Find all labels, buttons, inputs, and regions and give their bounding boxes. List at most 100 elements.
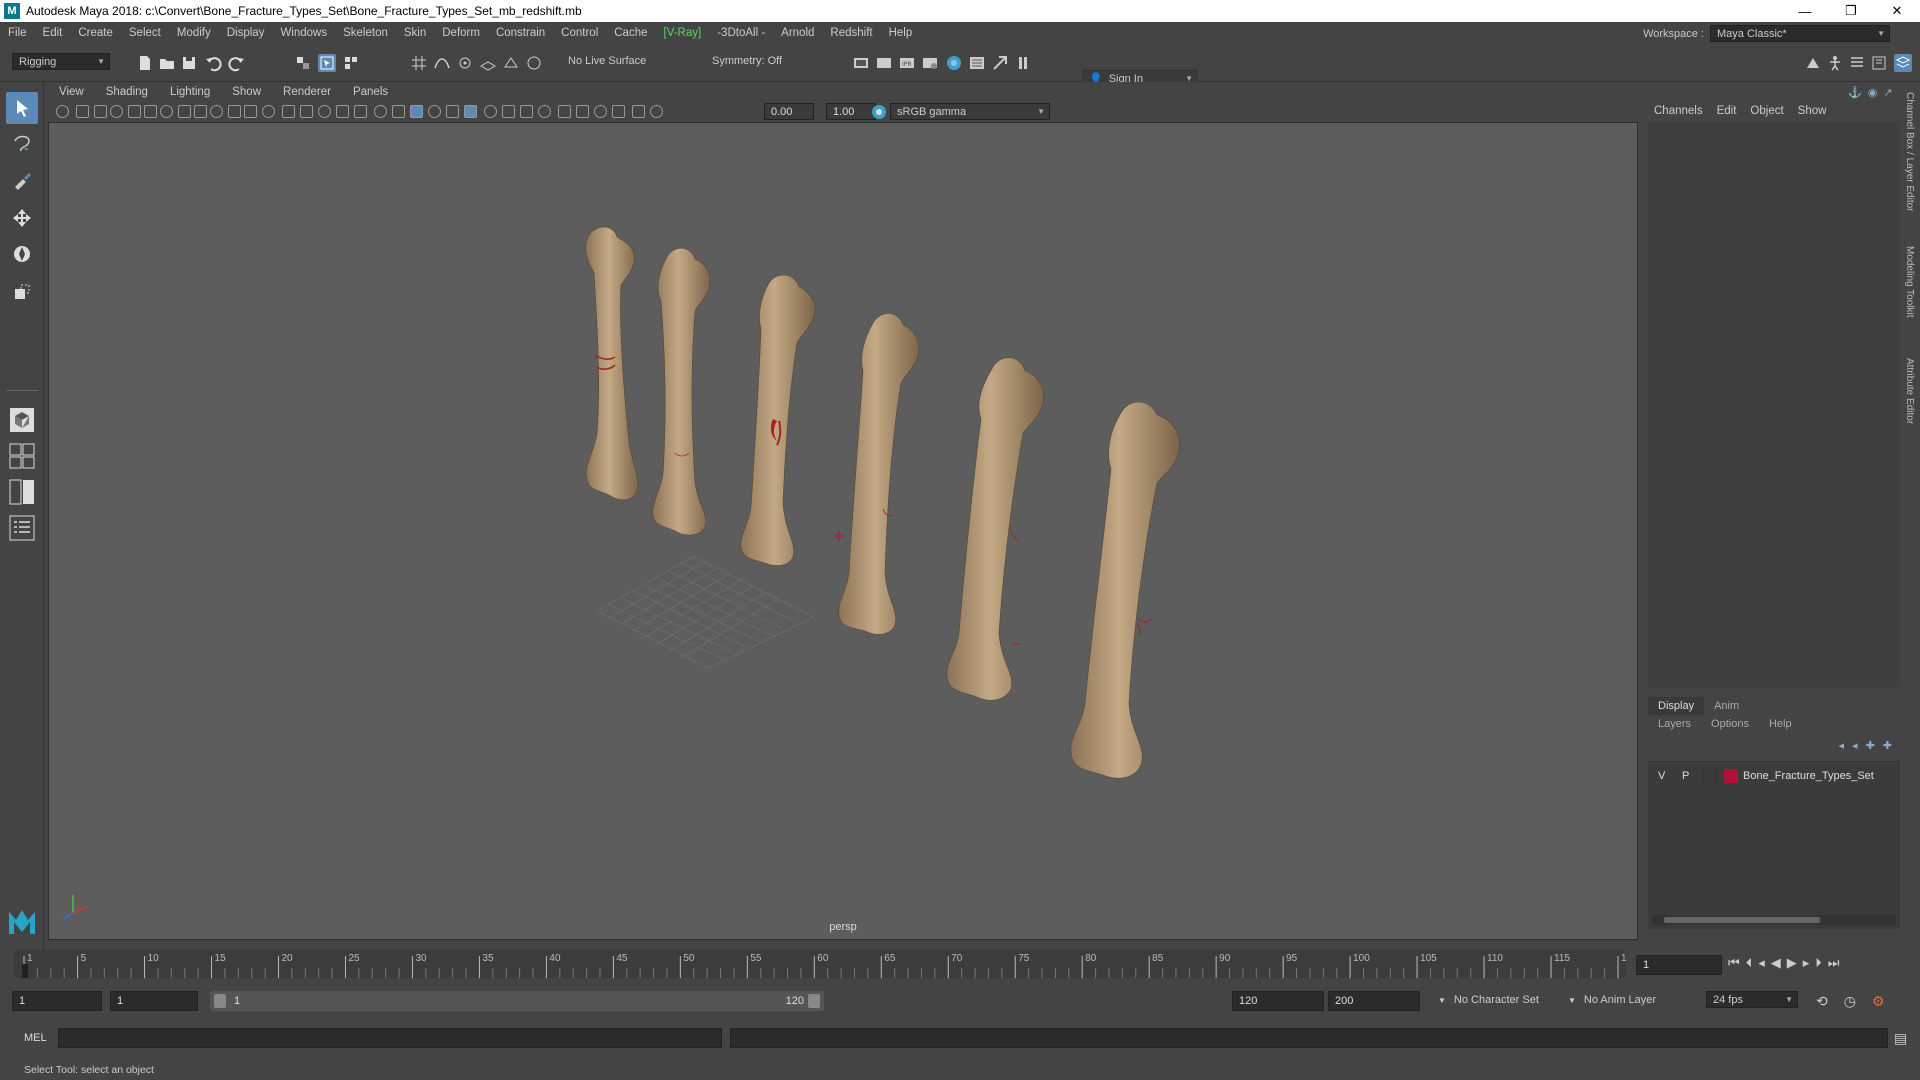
lasso-tool-icon[interactable]: [6, 128, 38, 160]
auto-key-icon[interactable]: ◷: [1844, 993, 1856, 1010]
menu-create[interactable]: Create: [70, 27, 121, 39]
layer-row[interactable]: V P Bone_Fracture_Types_Set: [1648, 766, 1898, 786]
move-tool-icon[interactable]: [6, 202, 38, 234]
restore-button[interactable]: ❐: [1828, 0, 1874, 22]
viewport-option-icon[interactable]: [56, 105, 69, 118]
range-end-handle[interactable]: [808, 994, 820, 1008]
tab-display[interactable]: Display: [1648, 697, 1705, 715]
snap-plane-icon[interactable]: [479, 54, 497, 72]
options-menu[interactable]: Options: [1701, 715, 1759, 733]
select-object-icon[interactable]: [318, 54, 336, 72]
viewport-option-icon[interactable]: [612, 105, 625, 118]
menu-skeleton[interactable]: Skeleton: [335, 27, 396, 39]
snap-surface-icon[interactable]: [502, 54, 520, 72]
symmetry-label[interactable]: Symmetry: Off: [712, 55, 782, 67]
viewport-option-icon[interactable]: [144, 105, 157, 118]
color-space-dropdown[interactable]: sRGB gamma ▼: [890, 103, 1050, 120]
help-menu[interactable]: Help: [1759, 715, 1802, 733]
four-view-layout-icon[interactable]: [6, 440, 38, 472]
new-scene-icon[interactable]: [136, 54, 154, 72]
viewport-option-icon[interactable]: [558, 105, 571, 118]
bone-3[interactable]: [740, 274, 816, 566]
panel-menu-lighting[interactable]: Lighting: [159, 86, 221, 98]
viewport-option-icon[interactable]: [318, 105, 331, 118]
viewport-option-icon[interactable]: [632, 105, 645, 118]
menu-vray[interactable]: [V-Ray]: [656, 27, 710, 39]
viewport-option-icon[interactable]: [354, 105, 367, 118]
edit-menu[interactable]: Edit: [1711, 105, 1745, 117]
range-start-handle[interactable]: [214, 994, 226, 1008]
panel-menu-view[interactable]: View: [48, 86, 95, 98]
current-time-marker[interactable]: [22, 964, 28, 978]
channel-box-area[interactable]: [1648, 122, 1900, 687]
select-component-icon[interactable]: [342, 54, 360, 72]
vray-render-icon[interactable]: [991, 54, 1009, 72]
rotate-tool-icon[interactable]: [6, 238, 38, 270]
menu-windows[interactable]: Windows: [272, 27, 335, 39]
menu-3dtoall[interactable]: -3DtoAll -: [709, 27, 773, 39]
layer-scrollbar[interactable]: [1652, 915, 1896, 925]
snap-curve-icon[interactable]: [433, 54, 451, 72]
outliner-icon[interactable]: [6, 512, 38, 544]
redo-icon[interactable]: [228, 54, 246, 72]
exposure-field[interactable]: 0.00: [764, 103, 814, 120]
viewport-option-icon[interactable]: [194, 105, 207, 118]
bone-4[interactable]: [838, 313, 920, 635]
panel-menu-renderer[interactable]: Renderer: [272, 86, 342, 98]
panel-menu-shading[interactable]: Shading: [95, 86, 159, 98]
bone-1[interactable]: [585, 226, 639, 501]
scale-tool-icon[interactable]: [6, 276, 38, 308]
end-time-field[interactable]: 200: [1328, 991, 1420, 1011]
start-time-field[interactable]: 1: [12, 991, 102, 1011]
tab-channel-box-layer-editor[interactable]: Channel Box / Layer Editor: [1904, 92, 1915, 212]
render-frame-icon[interactable]: [875, 54, 893, 72]
move-layer-down-icon[interactable]: ◂: [1852, 739, 1858, 752]
menu-arnold[interactable]: Arnold: [773, 27, 822, 39]
playback-start-field[interactable]: 1: [110, 991, 198, 1011]
viewport-option-icon[interactable]: [650, 105, 663, 118]
viewport-option-icon[interactable]: [94, 105, 107, 118]
float-icon[interactable]: ↗: [1883, 86, 1892, 99]
show-menu[interactable]: Show: [1792, 105, 1835, 117]
bone-2[interactable]: [652, 247, 711, 536]
menuset-dropdown[interactable]: Rigging ▼: [12, 53, 110, 70]
select-tool-icon[interactable]: [6, 92, 38, 124]
menu-modify[interactable]: Modify: [169, 27, 219, 39]
tab-anim[interactable]: Anim: [1704, 697, 1749, 715]
viewport-option-icon[interactable]: [76, 105, 89, 118]
step-back-frame-icon[interactable]: ◂: [1758, 955, 1765, 971]
playback-end-field[interactable]: 120: [1232, 991, 1324, 1011]
move-layer-up-icon[interactable]: ◂: [1839, 739, 1845, 752]
menu-select[interactable]: Select: [121, 27, 169, 39]
command-input[interactable]: [58, 1028, 722, 1048]
viewport-option-icon[interactable]: [262, 105, 275, 118]
channel-box-icon[interactable]: [1894, 54, 1912, 72]
perspective-viewport[interactable]: persp: [48, 122, 1638, 940]
play-backward-icon[interactable]: ◀: [1771, 955, 1781, 971]
go-to-start-icon[interactable]: ⏮: [1728, 955, 1740, 971]
viewport-option-icon[interactable]: [282, 105, 295, 118]
menu-control[interactable]: Control: [553, 27, 606, 39]
snap-grid-icon[interactable]: [410, 54, 428, 72]
dock-icon[interactable]: ◉: [1868, 86, 1878, 99]
viewport-option-icon[interactable]: [428, 105, 441, 118]
layer-scrollbar-thumb[interactable]: [1664, 917, 1820, 923]
gamma-field[interactable]: 1.00: [826, 103, 876, 120]
menu-display[interactable]: Display: [219, 27, 273, 39]
viewport-option-icon[interactable]: [520, 105, 533, 118]
viewport-option-icon[interactable]: [446, 105, 459, 118]
select-hierarchy-icon[interactable]: [294, 54, 312, 72]
color-management-icon[interactable]: [870, 103, 888, 121]
menu-redshift[interactable]: Redshift: [822, 27, 880, 39]
step-back-key-icon[interactable]: ⏴: [1746, 955, 1753, 971]
panel-menu-panels[interactable]: Panels: [342, 86, 399, 98]
script-language-label[interactable]: MEL: [24, 1032, 47, 1044]
render-settings-icon[interactable]: [852, 54, 870, 72]
close-button[interactable]: ✕: [1874, 0, 1920, 22]
range-slider[interactable]: 1 120: [210, 991, 824, 1011]
modeling-toolkit-icon[interactable]: [1804, 54, 1822, 72]
save-scene-icon[interactable]: [180, 54, 198, 72]
viewport-option-icon[interactable]: [160, 105, 173, 118]
tab-modeling-toolkit[interactable]: Modeling Toolkit: [1904, 246, 1915, 318]
viewport-option-icon[interactable]: [464, 105, 477, 118]
